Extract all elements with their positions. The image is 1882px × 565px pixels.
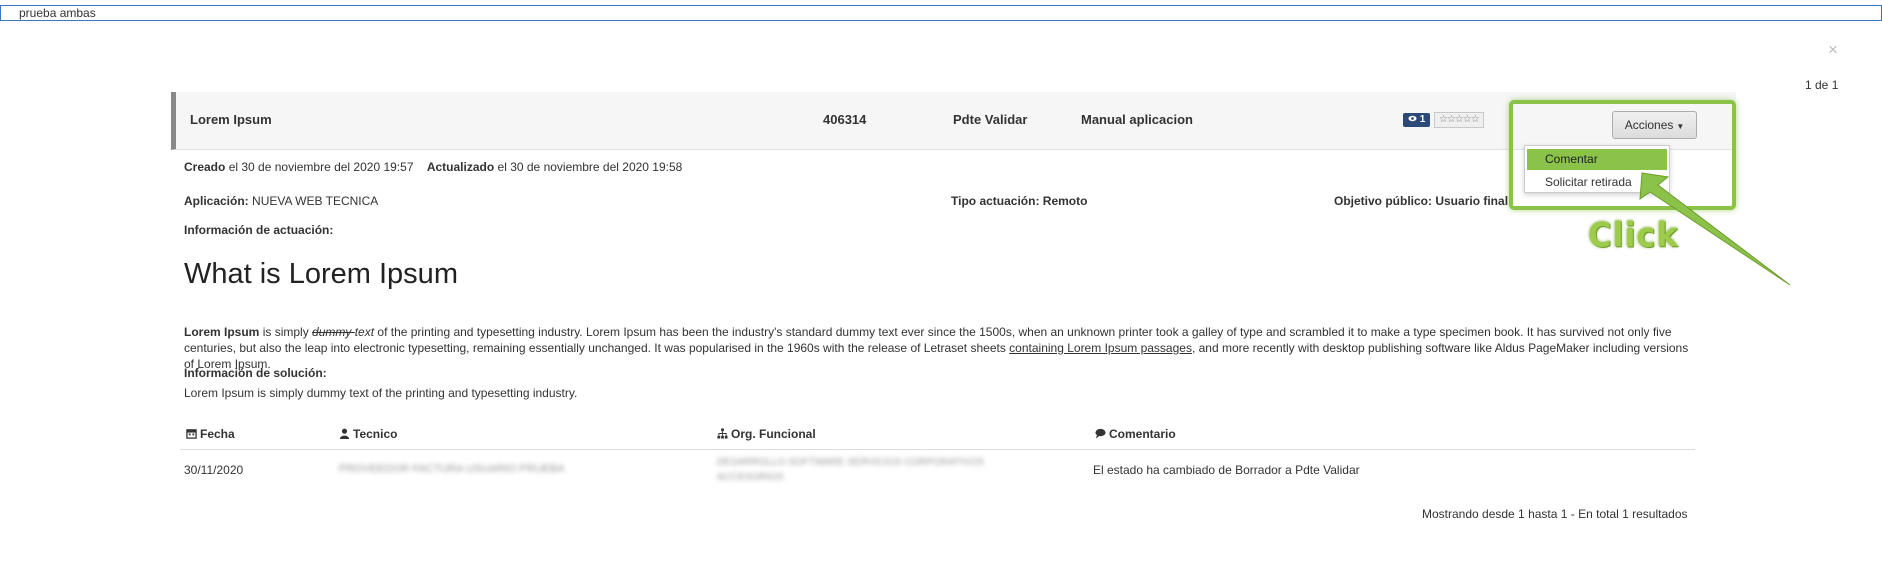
cell-comment: El estado ha cambiado de Borrador a Pdte… <box>1093 463 1360 477</box>
cell-org: DESARROLLO SOFTWARE SERVICIOS CORPORATIV… <box>717 457 985 483</box>
target-label: Objetivo público: <box>1334 194 1432 208</box>
actions-button[interactable]: Acciones ▼ <box>1612 111 1697 139</box>
updated-label: Actualizado <box>426 160 495 174</box>
record-title: Lorem Ipsum <box>190 112 272 127</box>
menu-item-comentar[interactable]: Comentar <box>1527 149 1667 170</box>
table-row: 30/11/2020 PROVEEDOR FACTURA USUARIO PRU… <box>180 450 1695 492</box>
content-heading: What is Lorem Ipsum <box>184 258 458 290</box>
solution-info-label: Información de solución: <box>184 366 327 380</box>
created-label: Creado <box>184 160 226 174</box>
close-icon[interactable]: × <box>1828 40 1838 60</box>
para-part-1: is simply <box>259 325 313 339</box>
cell-date: 30/11/2020 <box>184 463 244 477</box>
created-info: Creado el 30 de noviembre del 2020 19:57… <box>184 160 682 174</box>
col-org-label: Org. Funcional <box>731 427 816 441</box>
pager-indicator: 1 de 1 <box>1805 78 1839 92</box>
type-label: Tipo actuación: <box>951 194 1040 208</box>
col-header-tech: Tecnico <box>339 427 397 441</box>
search-input[interactable] <box>1 6 1881 20</box>
menu-item-solicitar-retirada[interactable]: Solicitar retirada <box>1525 172 1669 193</box>
cell-tech: PROVEEDOR FACTURA USUARIO PRUEBA <box>339 463 565 475</box>
record-category: Manual aplicacion <box>1081 112 1193 127</box>
results-count: Mostrando desde 1 hasta 1 - En total 1 r… <box>1422 507 1688 521</box>
table-header-row: Fecha Tecnico Org. Funcional Comentario <box>180 420 1695 450</box>
views-count: 1 <box>1419 114 1426 125</box>
target-value: Usuario final <box>1435 194 1509 208</box>
actions-button-label: Acciones <box>1624 118 1674 132</box>
col-comment-label: Comentario <box>1109 427 1176 441</box>
eye-icon <box>1408 115 1417 122</box>
caret-down-icon: ▼ <box>1676 122 1685 131</box>
col-header-date: Fecha <box>186 427 235 441</box>
para-strike: dummy <box>312 325 355 339</box>
comment-icon <box>1095 428 1106 439</box>
annotation-click-label: Click <box>1588 215 1679 255</box>
para-link[interactable]: containing Lorem Ipsum passages <box>1009 341 1192 355</box>
para-italic: text <box>354 325 375 339</box>
sitemap-icon <box>717 428 728 439</box>
content-paragraph: Lorem Ipsum is simply dummy text of the … <box>184 324 1694 372</box>
type-value: Remoto <box>1042 194 1088 208</box>
record-status: Pdte Validar <box>953 112 1028 127</box>
created-value: el 30 de noviembre del 2020 19:57 <box>228 160 414 174</box>
record-number: 406314 <box>823 112 867 127</box>
actuation-info-label: Información de actuación: <box>184 223 333 237</box>
history-table: Fecha Tecnico Org. Funcional Comentario … <box>180 420 1695 492</box>
para-bold: Lorem Ipsum <box>184 325 260 339</box>
user-icon <box>339 428 350 439</box>
actuation-info-label-text: Información de actuación: <box>184 223 334 237</box>
views-badge: 1 <box>1403 113 1431 127</box>
rating-stars[interactable]: ☆☆☆☆☆ <box>1434 112 1484 128</box>
solution-label: Información de solución: <box>184 366 327 380</box>
search-bar[interactable] <box>0 5 1882 21</box>
col-tech-label: Tecnico <box>353 427 398 441</box>
actions-dropdown-menu: Comentar Solicitar retirada <box>1524 145 1670 193</box>
col-date-label: Fecha <box>200 427 235 441</box>
application-info: Aplicación: NUEVA WEB TECNICA <box>184 194 378 208</box>
type-info: Tipo actuación: Remoto <box>951 194 1087 208</box>
updated-value: el 30 de noviembre del 2020 19:58 <box>497 160 683 174</box>
application-value: NUEVA WEB TECNICA <box>252 194 379 208</box>
col-header-comment: Comentario <box>1095 427 1176 441</box>
col-header-org: Org. Funcional <box>717 427 816 441</box>
application-label: Aplicación: <box>184 194 249 208</box>
record-header: Lorem Ipsum 406314 Pdte Validar Manual a… <box>171 92 1736 150</box>
target-info: Objetivo público: Usuario final <box>1334 194 1508 208</box>
solution-text: Lorem Ipsum is simply dummy text of the … <box>184 386 578 400</box>
calendar-icon <box>186 429 197 439</box>
